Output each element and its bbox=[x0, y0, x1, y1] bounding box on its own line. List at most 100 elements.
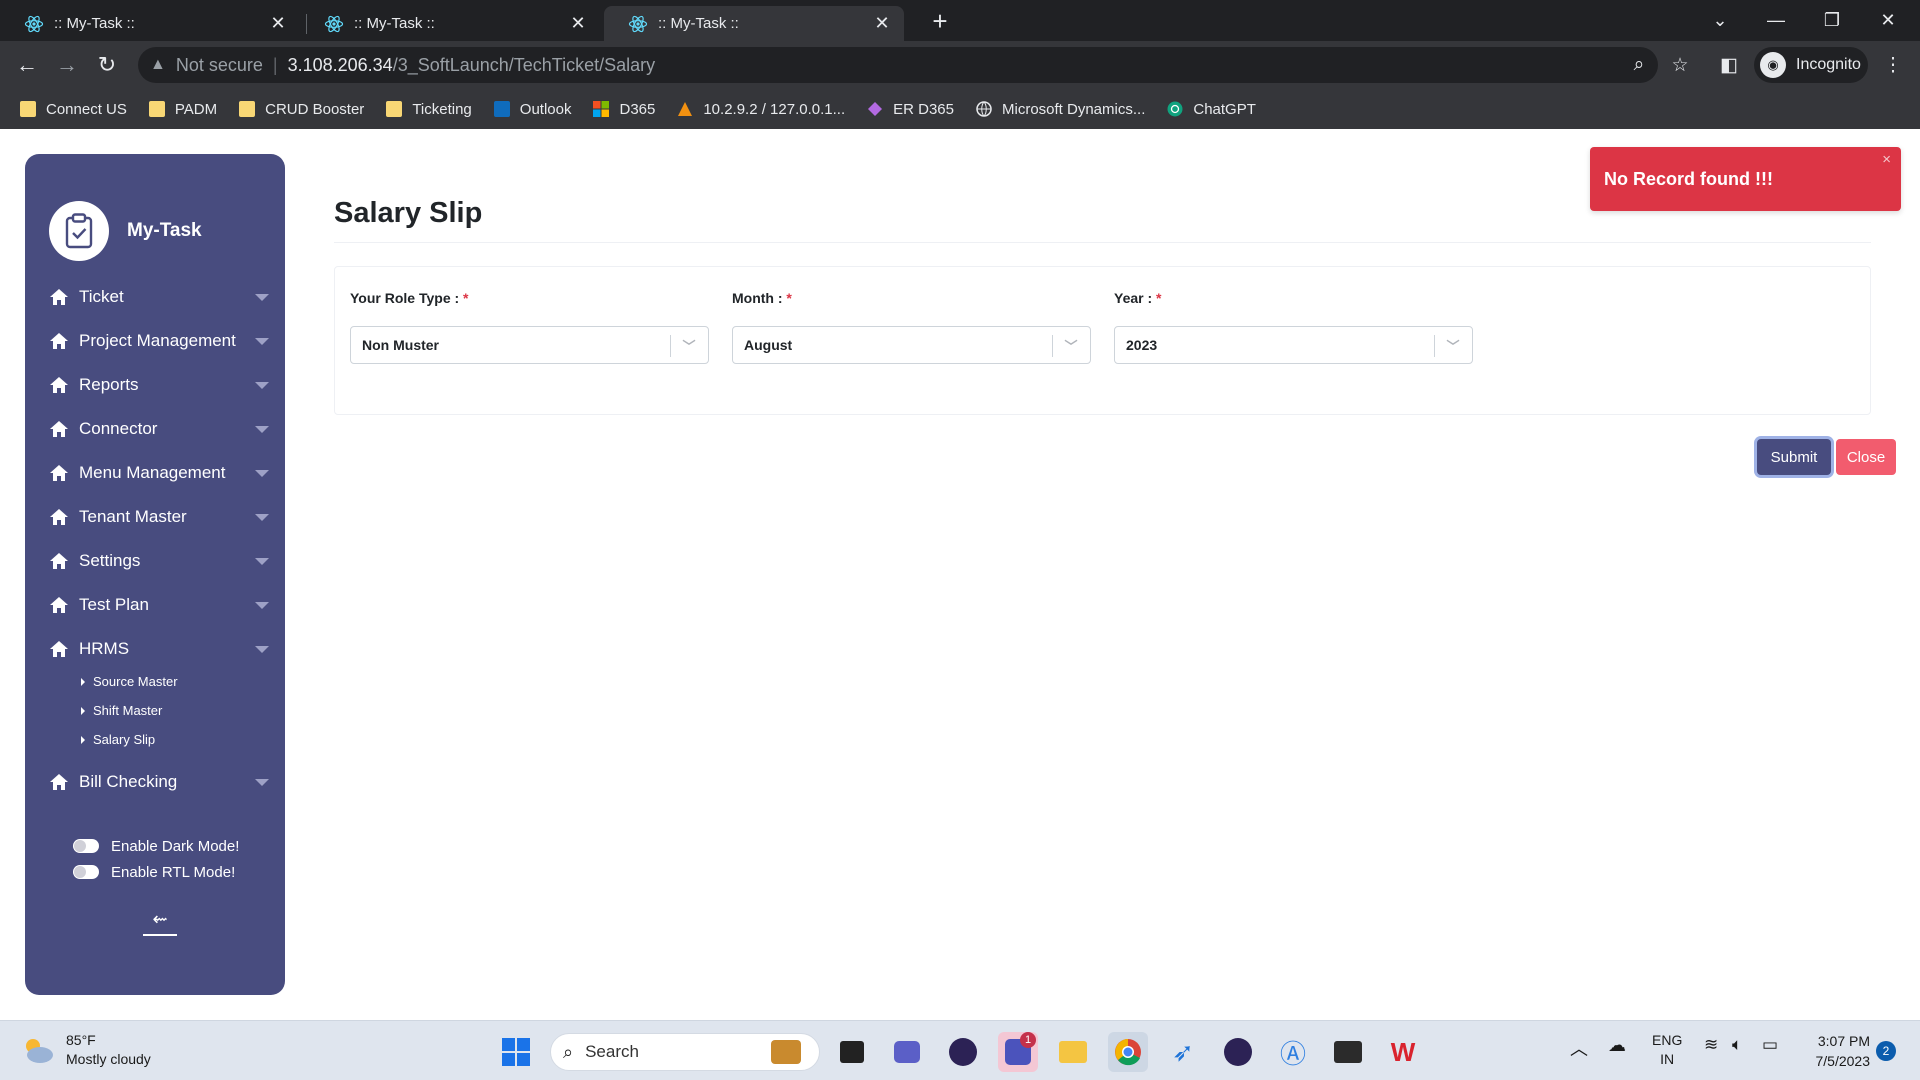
dolphin-app-icon[interactable]: ➶ bbox=[1163, 1032, 1203, 1072]
toggle-label: Enable Dark Mode! bbox=[111, 837, 240, 855]
home-icon bbox=[50, 641, 68, 657]
volume-icon[interactable]: 🔈︎ bbox=[1732, 1035, 1742, 1055]
bookmark-microsoft-dynamics[interactable]: Microsoft Dynamics... bbox=[976, 101, 1145, 118]
chevron-down-icon[interactable]: ﹀ bbox=[680, 335, 698, 355]
windows-start-icon[interactable] bbox=[496, 1032, 536, 1072]
rtl-mode-toggle[interactable]: Enable RTL Mode! bbox=[73, 859, 239, 885]
tab-title: :: My-Task :: bbox=[54, 15, 135, 32]
home-icon bbox=[50, 421, 68, 437]
onedrive-icon[interactable]: ☁ bbox=[1608, 1035, 1626, 1056]
eclipse-icon-2[interactable] bbox=[1218, 1032, 1258, 1072]
azure-data-studio-icon[interactable]: Ⓐ bbox=[1273, 1032, 1313, 1072]
brand[interactable]: My-Task bbox=[49, 201, 202, 261]
zoom-icon[interactable]: ⌕ bbox=[1624, 50, 1654, 80]
bookmark-chatgpt[interactable]: ChatGPT bbox=[1167, 101, 1256, 118]
toggle-switch[interactable] bbox=[73, 839, 99, 853]
window-close-button[interactable]: ✕ bbox=[1860, 0, 1916, 41]
sidebar-item-connector[interactable]: Connector bbox=[49, 407, 269, 451]
sidebar-subitem-salary-slip[interactable]: Salary Slip bbox=[81, 725, 269, 754]
briefcase-icon bbox=[771, 1040, 801, 1064]
select-value: Non Muster bbox=[362, 337, 439, 353]
required-marker: * bbox=[786, 290, 792, 306]
file-explorer-icon[interactable] bbox=[1053, 1032, 1093, 1072]
task-view-icon[interactable] bbox=[832, 1032, 872, 1072]
bookmark-outlook[interactable]: Outlook bbox=[493, 101, 571, 118]
bookmark-ticketing[interactable]: Ticketing bbox=[386, 101, 472, 118]
teams-meet-icon[interactable] bbox=[887, 1032, 927, 1072]
caret-down-icon bbox=[255, 779, 269, 786]
title-divider bbox=[334, 242, 1871, 243]
eclipse-icon[interactable] bbox=[943, 1032, 983, 1072]
toggle-switch[interactable] bbox=[73, 865, 99, 879]
role-type-field: Your Role Type : * Non Muster ﹀ bbox=[350, 290, 709, 364]
sidebar-item-menu-management[interactable]: Menu Management bbox=[49, 451, 269, 495]
battery-icon[interactable]: ▭ bbox=[1762, 1035, 1778, 1055]
toast-close-icon[interactable]: × bbox=[1882, 151, 1891, 168]
tab-search-chevron-icon[interactable]: ⌄ bbox=[1692, 0, 1748, 41]
taskbar-search[interactable]: ⌕ Search bbox=[550, 1033, 820, 1071]
tab-close-icon[interactable]: ✕ bbox=[872, 13, 892, 34]
year-select[interactable]: 2023 ﹀ bbox=[1114, 326, 1473, 364]
back-button[interactable]: ← bbox=[12, 50, 42, 80]
new-tab-button[interactable]: + bbox=[925, 7, 955, 37]
caret-right-icon bbox=[81, 706, 85, 715]
browser-tab[interactable]: :: My-Task :: ✕ bbox=[0, 6, 300, 41]
folder-icon bbox=[239, 101, 256, 117]
chrome-icon[interactable] bbox=[1108, 1032, 1148, 1072]
sidebar-item-hrms[interactable]: HRMS bbox=[49, 627, 269, 671]
sidebar-item-reports[interactable]: Reports bbox=[49, 363, 269, 407]
reload-button[interactable]: ↻ bbox=[92, 50, 122, 80]
tab-close-icon[interactable]: ✕ bbox=[568, 13, 588, 34]
browser-tab-active[interactable]: :: My-Task :: ✕ bbox=[604, 6, 904, 41]
security-label[interactable]: Not secure bbox=[176, 55, 263, 76]
bookmark-padm[interactable]: PADM bbox=[148, 101, 217, 118]
submit-button[interactable]: Submit bbox=[1757, 439, 1831, 475]
sidebar-item-tenant-master[interactable]: Tenant Master bbox=[49, 495, 269, 539]
label-text: Your Role Type : bbox=[350, 290, 460, 306]
address-bar[interactable]: ▲ Not secure | 3.108.206.34 /3_SoftLaunc… bbox=[138, 47, 1658, 83]
browser-menu-icon[interactable]: ⋮ bbox=[1878, 50, 1908, 80]
restore-button[interactable]: ❐ bbox=[1804, 0, 1860, 41]
arrow-left-icon: ⇜ bbox=[152, 908, 168, 929]
browser-tab[interactable]: :: My-Task :: ✕ bbox=[300, 6, 600, 41]
bookmark-connect-us[interactable]: Connect US bbox=[20, 101, 127, 118]
select-separator bbox=[1052, 335, 1053, 357]
sidebar-item-bill-checking[interactable]: Bill Checking bbox=[49, 760, 269, 804]
minimize-button[interactable]: — bbox=[1748, 0, 1804, 41]
sidebar-item-ticket[interactable]: Ticket bbox=[49, 275, 269, 319]
bookmark-star-icon[interactable]: ☆ bbox=[1665, 50, 1695, 80]
warning-icon[interactable]: ▲ bbox=[150, 56, 166, 74]
teams-icon[interactable]: 1 bbox=[998, 1032, 1038, 1072]
sidebar-item-settings[interactable]: Settings bbox=[49, 539, 269, 583]
terminal-icon[interactable] bbox=[1328, 1032, 1368, 1072]
wps-office-icon[interactable]: W bbox=[1383, 1032, 1423, 1072]
tray-overflow-chevron-icon[interactable]: ︿ bbox=[1570, 1035, 1588, 1061]
bookmark-phpmyadmin[interactable]: 10.2.9.2 / 127.0.0.1... bbox=[677, 101, 845, 118]
dark-mode-toggle[interactable]: Enable Dark Mode! bbox=[73, 833, 239, 859]
close-button[interactable]: Close bbox=[1836, 439, 1896, 475]
sidebar-collapse-button[interactable]: ⇜ bbox=[143, 907, 177, 937]
bookmark-crud-booster[interactable]: CRUD Booster bbox=[239, 101, 364, 118]
chevron-down-icon[interactable]: ﹀ bbox=[1062, 335, 1080, 355]
caret-down-icon bbox=[255, 558, 269, 565]
bookmark-d365[interactable]: D365 bbox=[593, 101, 655, 118]
notification-badge[interactable]: 2 bbox=[1876, 1041, 1896, 1061]
weather-widget[interactable]: 85°F Mostly cloudy bbox=[20, 1031, 151, 1069]
tab-close-icon[interactable]: ✕ bbox=[268, 13, 288, 34]
clock[interactable]: 3:07 PM 7/5/2023 bbox=[1798, 1031, 1871, 1071]
chevron-down-icon[interactable]: ﹀ bbox=[1444, 335, 1462, 355]
sidebar-subitem-source-master[interactable]: Source Master bbox=[81, 667, 269, 696]
bookmark-er-d365[interactable]: ER D365 bbox=[867, 101, 954, 118]
side-panel-icon[interactable]: ◧ bbox=[1714, 50, 1744, 80]
language-indicator[interactable]: ENG IN bbox=[1652, 1031, 1682, 1069]
wifi-icon[interactable]: ≋ bbox=[1704, 1035, 1718, 1055]
sidebar-item-project-management[interactable]: Project Management bbox=[49, 319, 269, 363]
sidebar-subitem-shift-master[interactable]: Shift Master bbox=[81, 696, 269, 725]
sidebar-item-test-plan[interactable]: Test Plan bbox=[49, 583, 269, 627]
incognito-badge[interactable]: ◉ Incognito bbox=[1754, 47, 1868, 83]
month-select[interactable]: August ﹀ bbox=[732, 326, 1091, 364]
forward-button[interactable]: → bbox=[52, 50, 82, 80]
page-title: Salary Slip bbox=[334, 197, 483, 229]
sidebar-item-label: Project Management bbox=[79, 331, 236, 350]
role-type-select[interactable]: Non Muster ﹀ bbox=[350, 326, 709, 364]
